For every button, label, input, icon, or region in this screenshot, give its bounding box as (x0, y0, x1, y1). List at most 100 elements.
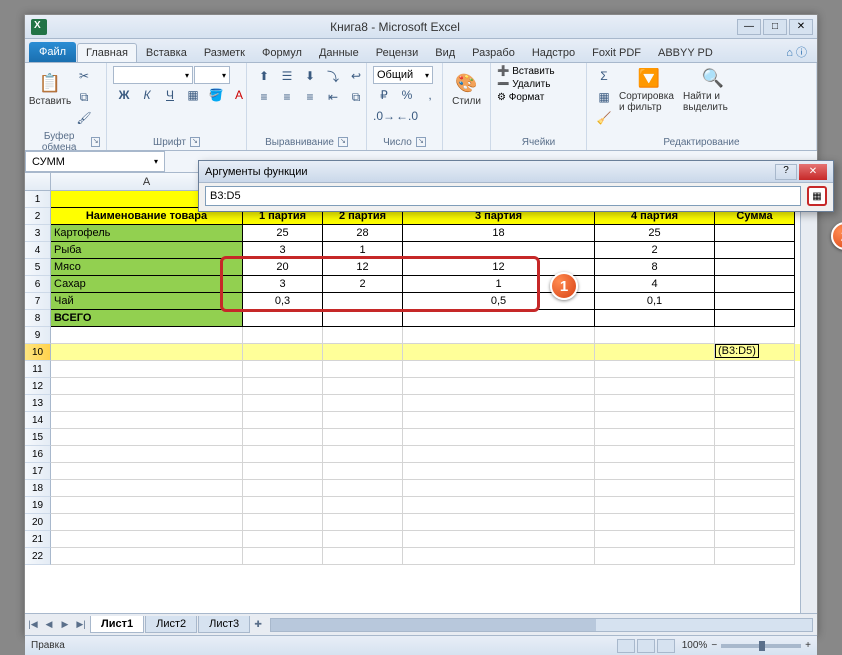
styles-button[interactable]: 🎨Стили (449, 66, 484, 114)
cell[interactable] (403, 429, 595, 446)
cell[interactable]: 0,1 (595, 293, 715, 310)
cell[interactable] (715, 548, 795, 565)
cell[interactable] (595, 463, 715, 480)
align-center-icon[interactable]: ≡ (276, 87, 298, 107)
cell[interactable] (595, 548, 715, 565)
rowhead-14[interactable]: 14 (25, 412, 51, 429)
align-left-icon[interactable]: ≡ (253, 87, 275, 107)
rowhead-9[interactable]: 9 (25, 327, 51, 344)
cell-f10-formula[interactable]: (B3:D5) (715, 344, 759, 358)
clipboard-launcher[interactable]: ↘ (91, 137, 100, 147)
rowhead-8[interactable]: 8 (25, 310, 51, 327)
minimize-button[interactable]: — (737, 19, 761, 35)
tab-data[interactable]: Данные (311, 44, 367, 62)
rowhead-4[interactable]: 4 (25, 242, 51, 259)
number-format-combo[interactable]: Общий▾ (373, 66, 433, 84)
cell[interactable] (243, 395, 323, 412)
cell[interactable] (51, 480, 243, 497)
cell[interactable] (715, 429, 795, 446)
cell[interactable] (715, 378, 795, 395)
cell[interactable] (243, 497, 323, 514)
cell[interactable] (595, 344, 715, 361)
rowhead-15[interactable]: 15 (25, 429, 51, 446)
cell[interactable] (51, 429, 243, 446)
cell[interactable] (595, 531, 715, 548)
cell[interactable] (715, 361, 795, 378)
cell[interactable]: 20 (243, 259, 323, 276)
cell[interactable] (715, 259, 795, 276)
cell[interactable] (403, 310, 595, 327)
dialog-help-button[interactable]: ? (775, 164, 797, 180)
underline-icon[interactable]: Ч (159, 85, 181, 105)
rowhead-3[interactable]: 3 (25, 225, 51, 242)
horizontal-scrollbar[interactable] (270, 618, 813, 632)
cell[interactable] (323, 514, 403, 531)
cell[interactable]: Рыба (51, 242, 243, 259)
cell[interactable] (51, 378, 243, 395)
rowhead-10[interactable]: 10 (25, 344, 51, 361)
align-top-icon[interactable]: ⬆ (253, 66, 275, 86)
cell[interactable] (243, 548, 323, 565)
clear-icon[interactable]: 🧹 (593, 108, 615, 128)
cell[interactable] (243, 531, 323, 548)
select-all-corner[interactable] (25, 173, 51, 190)
autosum-icon[interactable]: Σ (593, 66, 615, 86)
cell[interactable]: 3 (243, 276, 323, 293)
align-bottom-icon[interactable]: ⬇ (299, 66, 321, 86)
cell[interactable]: 2 (323, 276, 403, 293)
cell[interactable] (595, 497, 715, 514)
cell[interactable] (243, 344, 323, 361)
tab-insert[interactable]: Вставка (138, 44, 195, 62)
expand-dialog-button[interactable]: ▦ (807, 186, 827, 206)
cell[interactable] (403, 480, 595, 497)
cell[interactable] (51, 361, 243, 378)
cell[interactable]: 4 (595, 276, 715, 293)
rowhead-22[interactable]: 22 (25, 548, 51, 565)
zoom-slider[interactable] (721, 644, 801, 648)
view-pagebreak-icon[interactable] (657, 639, 675, 653)
cell[interactable] (403, 378, 595, 395)
cell[interactable] (403, 361, 595, 378)
cell[interactable] (595, 412, 715, 429)
cell[interactable] (323, 497, 403, 514)
cell[interactable] (51, 548, 243, 565)
rowhead-19[interactable]: 19 (25, 497, 51, 514)
cell[interactable] (403, 446, 595, 463)
tab-home[interactable]: Главная (77, 43, 137, 62)
cell[interactable]: 3 (243, 242, 323, 259)
find-select-button[interactable]: 🔍Найти и выделить (683, 66, 743, 114)
font-size-combo[interactable]: ▾ (194, 66, 230, 84)
number-launcher[interactable]: ↘ (416, 137, 426, 147)
cell[interactable] (323, 548, 403, 565)
currency-icon[interactable]: ₽ (373, 85, 395, 105)
cell[interactable] (403, 531, 595, 548)
bold-icon[interactable]: Ж (113, 85, 135, 105)
cell[interactable] (243, 514, 323, 531)
cell[interactable] (595, 327, 715, 344)
format-painter-icon[interactable]: 🖌 (73, 108, 95, 128)
rowhead-20[interactable]: 20 (25, 514, 51, 531)
sheet-nav-first[interactable]: |◀ (25, 619, 41, 630)
merge-icon[interactable]: ⧉ (345, 87, 367, 107)
cell[interactable]: 28 (323, 225, 403, 242)
cell[interactable]: ВСЕГО (51, 310, 243, 327)
worksheet-grid[interactable]: A B C D E F 1Количество2Наименование тов… (25, 173, 817, 613)
align-right-icon[interactable]: ≡ (299, 87, 321, 107)
cell[interactable] (715, 327, 795, 344)
increase-decimal-icon[interactable]: .0→ (373, 106, 395, 126)
rowhead-7[interactable]: 7 (25, 293, 51, 310)
tab-view[interactable]: Вид (427, 44, 463, 62)
comma-icon[interactable]: , (419, 85, 441, 105)
cell[interactable] (51, 531, 243, 548)
sheet-nav-prev[interactable]: ◀ (41, 619, 57, 630)
sheet-tab-2[interactable]: Лист2 (145, 616, 197, 633)
cell[interactable] (323, 310, 403, 327)
tab-developer[interactable]: Разрабо (464, 44, 523, 62)
cell[interactable] (323, 480, 403, 497)
cell[interactable] (715, 446, 795, 463)
dialog-close-button[interactable]: ✕ (799, 164, 827, 180)
cell[interactable] (595, 395, 715, 412)
cell[interactable] (715, 276, 795, 293)
new-sheet-button[interactable]: ✚ (250, 619, 266, 630)
borders-icon[interactable]: ▦ (182, 85, 204, 105)
